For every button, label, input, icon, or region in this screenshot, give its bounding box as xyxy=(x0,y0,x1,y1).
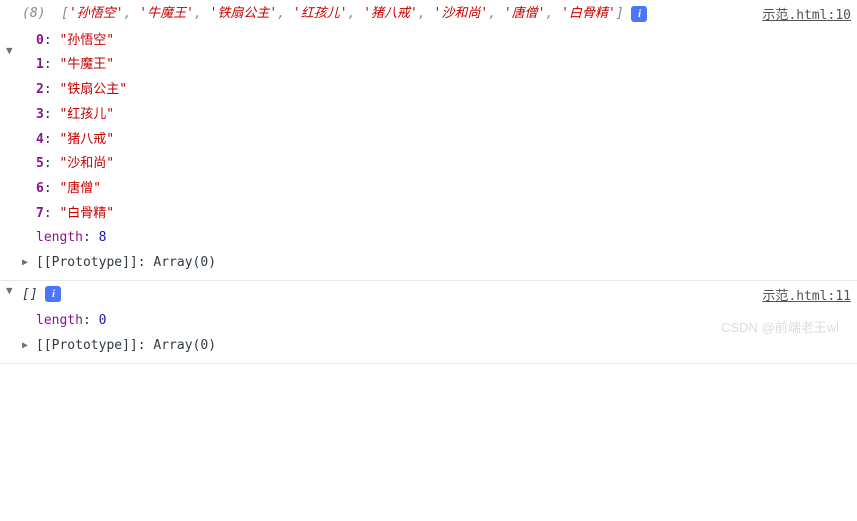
expand-toggle-icon[interactable] xyxy=(6,44,13,57)
summary-item: '红孩儿' xyxy=(293,6,348,21)
chevron-right-icon[interactable]: ▶ xyxy=(22,336,28,355)
close-bracket: ] xyxy=(616,6,624,21)
empty-array: [] xyxy=(22,287,38,302)
watermark: CSDN @前端老王wl xyxy=(721,317,839,336)
array-length-badge: (8) xyxy=(22,6,45,21)
array-index-row[interactable]: 5: "沙和尚" xyxy=(36,152,851,177)
chevron-right-icon[interactable]: ▶ xyxy=(22,253,28,272)
prototype-row[interactable]: ▶[[Prototype]]: Array(0) xyxy=(36,251,851,276)
summary-item: '牛魔王' xyxy=(139,6,194,21)
prototype-row[interactable]: ▶[[Prototype]]: Array(0) xyxy=(36,334,851,359)
array-index-row[interactable]: 0: "孙悟空" xyxy=(36,29,851,54)
console-log-entry-1: 示范.html:10 (8) ['孙悟空', '牛魔王', '铁扇公主', '红… xyxy=(0,0,857,281)
array-summary[interactable]: [] i xyxy=(22,285,851,306)
array-index-row[interactable]: 3: "红孩儿" xyxy=(36,103,851,128)
length-row[interactable]: length: 8 xyxy=(36,226,851,251)
info-icon[interactable]: i xyxy=(45,286,61,302)
summary-item: '孙悟空' xyxy=(69,6,124,21)
array-summary[interactable]: (8) ['孙悟空', '牛魔王', '铁扇公主', '红孩儿', '猪八戒',… xyxy=(22,4,851,25)
open-bracket: [ xyxy=(53,6,69,21)
summary-item: '沙和尚' xyxy=(434,6,489,21)
array-index-row[interactable]: 7: "白骨精" xyxy=(36,202,851,227)
array-index-row[interactable]: 1: "牛魔王" xyxy=(36,53,851,78)
summary-item: '铁扇公主' xyxy=(210,6,278,21)
array-index-row[interactable]: 2: "铁扇公主" xyxy=(36,78,851,103)
expanded-properties: 0: "孙悟空" 1: "牛魔王" 2: "铁扇公主" 3: "红孩儿" 4: … xyxy=(36,29,851,276)
expand-toggle-icon[interactable] xyxy=(6,284,13,297)
array-index-row[interactable]: 4: "猪八戒" xyxy=(36,128,851,153)
info-icon[interactable]: i xyxy=(631,6,647,22)
array-index-row[interactable]: 6: "唐僧" xyxy=(36,177,851,202)
source-link[interactable]: 示范.html:10 xyxy=(762,4,851,23)
summary-item: '唐僧' xyxy=(504,6,546,21)
summary-item: '白骨精' xyxy=(561,6,616,21)
summary-item: '猪八戒' xyxy=(363,6,418,21)
source-link[interactable]: 示范.html:11 xyxy=(762,285,851,304)
